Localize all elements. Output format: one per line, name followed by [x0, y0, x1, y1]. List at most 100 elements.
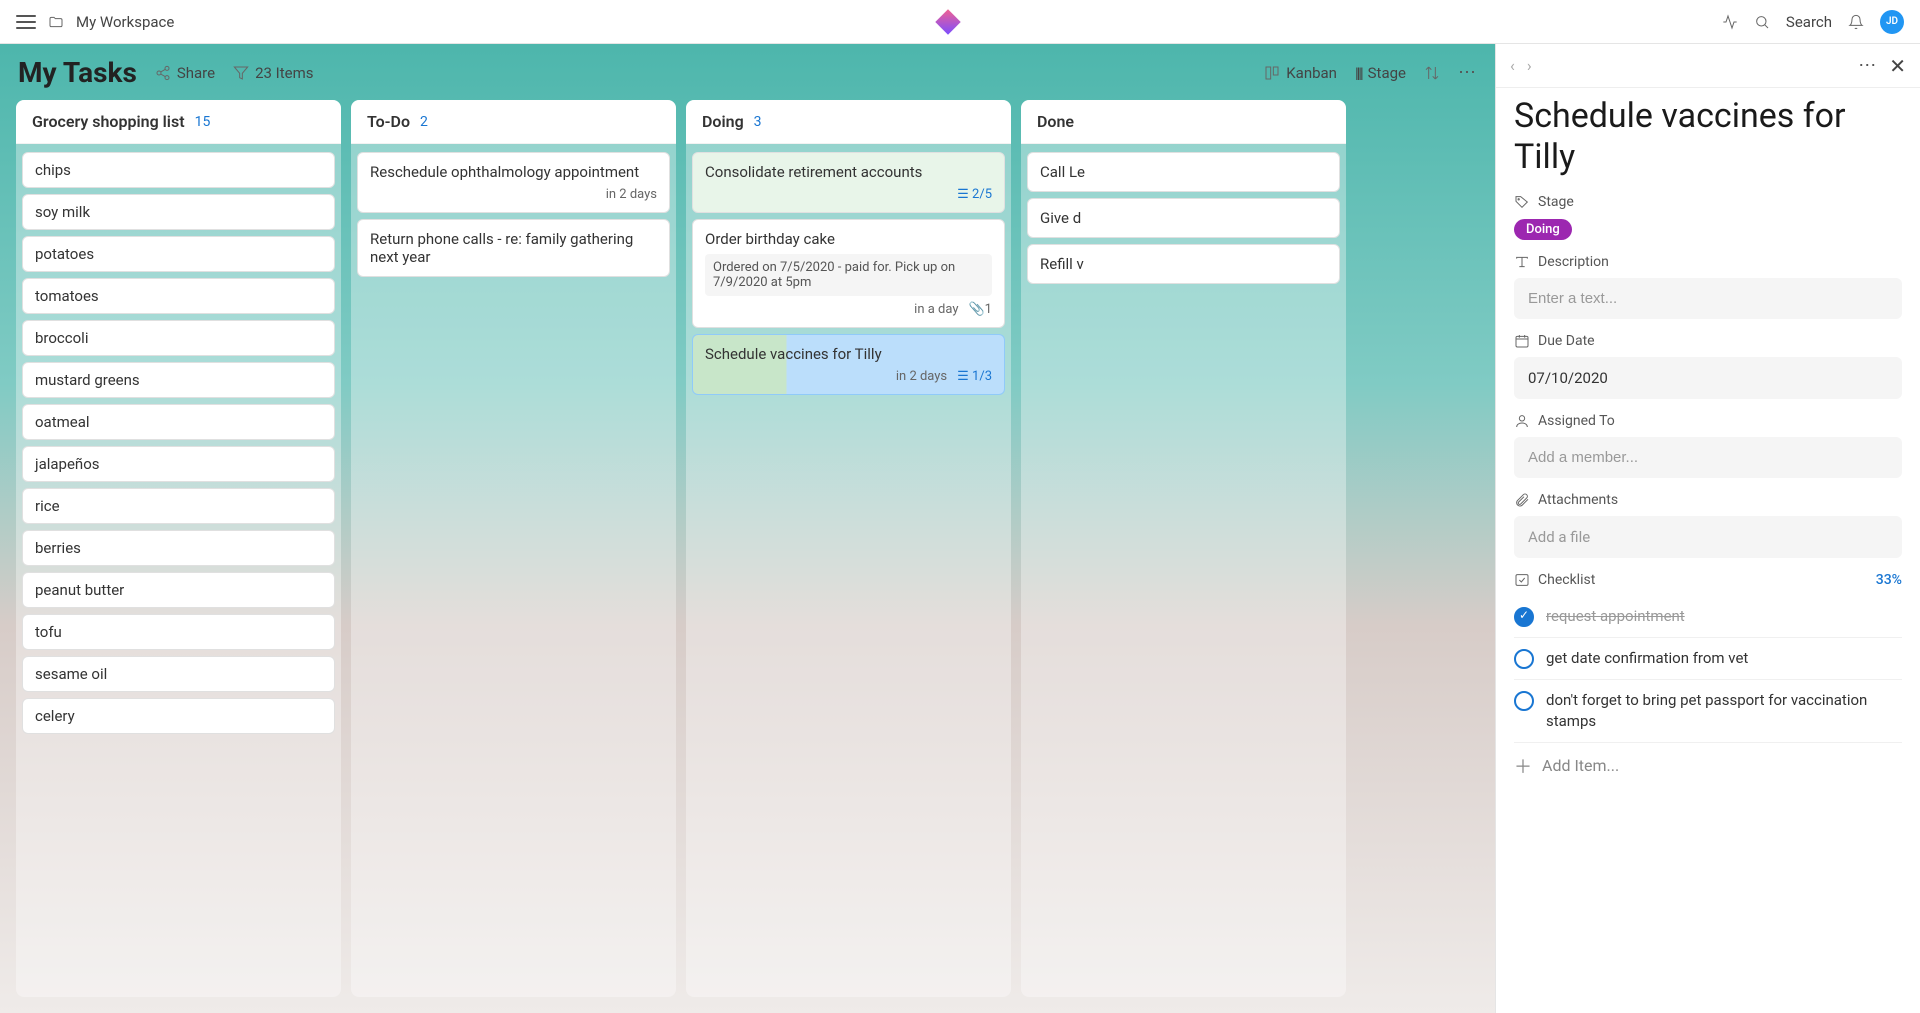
card[interactable]: mustard greens	[22, 362, 335, 398]
prev-item-icon[interactable]: ‹	[1510, 56, 1515, 75]
card-title: jalapeños	[35, 455, 322, 473]
card-title: peanut butter	[35, 581, 322, 599]
kanban-icon	[1264, 65, 1280, 81]
assigned-input[interactable]	[1514, 437, 1902, 478]
sort-icon[interactable]	[1424, 65, 1440, 81]
card[interactable]: Give d	[1027, 198, 1340, 238]
card[interactable]: Reschedule ophthalmology appointmentin 2…	[357, 152, 670, 213]
card-title: berries	[35, 539, 322, 557]
card[interactable]: Order birthday cakeOrdered on 7/5/2020 -…	[692, 219, 1005, 328]
detail-panel: ‹ › ⋯ ✕ Schedule vaccines for Tilly Stag…	[1495, 44, 1920, 1013]
card-due: in 2 days	[606, 187, 657, 202]
card[interactable]: oatmeal	[22, 404, 335, 440]
card-title: celery	[35, 707, 322, 725]
card-title: sesame oil	[35, 665, 322, 683]
card[interactable]: soy milk	[22, 194, 335, 230]
checklist-field-label: Checklist 33%	[1514, 572, 1902, 588]
view-switcher[interactable]: Kanban	[1264, 64, 1337, 82]
description-input[interactable]	[1514, 278, 1902, 319]
detail-title[interactable]: Schedule vaccines for Tilly	[1496, 88, 1920, 194]
card[interactable]: rice	[22, 488, 335, 524]
card[interactable]: broccoli	[22, 320, 335, 356]
card[interactable]: peanut butter	[22, 572, 335, 608]
checkbox[interactable]	[1514, 607, 1534, 627]
card-meta: in 2 days	[370, 187, 657, 202]
folder-icon	[48, 14, 64, 30]
checklist-item[interactable]: get date confirmation from vet	[1514, 638, 1902, 680]
text-icon	[1514, 254, 1530, 270]
group-by-button[interactable]: |||| Stage	[1355, 64, 1406, 82]
stage-pill[interactable]: Doing	[1514, 219, 1572, 240]
column-header[interactable]: Done	[1021, 100, 1346, 144]
bell-icon[interactable]	[1848, 14, 1864, 30]
card[interactable]: jalapeños	[22, 446, 335, 482]
calendar-icon	[1514, 333, 1530, 349]
column-header[interactable]: To-Do 2	[351, 100, 676, 144]
search-label[interactable]: Search	[1786, 13, 1832, 31]
app-logo[interactable]	[935, 9, 960, 34]
checklist-item-text: don't forget to bring pet passport for v…	[1546, 690, 1902, 732]
kanban-column: Done Call Le Give d Refill v	[1021, 100, 1346, 997]
share-icon	[155, 65, 171, 81]
card[interactable]: Schedule vaccines for Tillyin 2 days☰ 1/…	[692, 334, 1005, 395]
stage-field-label: Stage	[1514, 194, 1902, 210]
card-title: Give d	[1040, 209, 1327, 227]
activity-icon[interactable]	[1722, 14, 1738, 30]
card-meta: in 2 days☰ 1/3	[705, 369, 992, 384]
kanban-column: Doing3 Consolidate retirement accounts☰ 2…	[686, 100, 1011, 997]
card-title: Order birthday cake	[705, 230, 992, 248]
column-name: Grocery shopping list	[32, 112, 185, 131]
card[interactable]: tofu	[22, 614, 335, 650]
plus-icon: ＋	[1514, 753, 1532, 779]
column-name: Done	[1037, 112, 1074, 131]
card[interactable]: Call Le	[1027, 152, 1340, 192]
search-icon[interactable]	[1754, 14, 1770, 30]
description-field-label: Description	[1514, 254, 1902, 270]
card-title: Call Le	[1040, 163, 1327, 181]
board-area: My Tasks Share 23 Items Kanban |||| Stag…	[0, 44, 1495, 1013]
paperclip-icon	[1514, 492, 1530, 508]
checkbox[interactable]	[1514, 649, 1534, 669]
checklist-item[interactable]: don't forget to bring pet passport for v…	[1514, 680, 1902, 743]
close-icon[interactable]: ✕	[1889, 54, 1906, 78]
due-date-value[interactable]: 07/10/2020	[1514, 357, 1902, 399]
card[interactable]: celery	[22, 698, 335, 734]
card[interactable]: berries	[22, 530, 335, 566]
detail-more-icon[interactable]: ⋯	[1858, 55, 1877, 76]
card-title: tofu	[35, 623, 322, 641]
column-name: To-Do	[367, 112, 410, 131]
card[interactable]: Refill v	[1027, 244, 1340, 284]
column-count: 2	[420, 114, 428, 130]
card-title: Consolidate retirement accounts	[705, 163, 992, 181]
checklist-percent: 33%	[1876, 572, 1902, 588]
due-date-field-label: Due Date	[1514, 333, 1902, 349]
assigned-field-label: Assigned To	[1514, 413, 1902, 429]
card[interactable]: Consolidate retirement accounts☰ 2/5	[692, 152, 1005, 213]
column-count: 15	[195, 114, 211, 130]
checklist-item-text: request appointment	[1546, 606, 1685, 627]
card-due: in a day	[914, 302, 958, 317]
attachments-add[interactable]: Add a file	[1514, 516, 1902, 558]
card-title: oatmeal	[35, 413, 322, 431]
share-button[interactable]: Share	[155, 64, 215, 82]
columns-icon: ||||	[1355, 64, 1362, 82]
next-item-icon[interactable]: ›	[1527, 56, 1532, 75]
more-menu-icon[interactable]: ⋯	[1458, 62, 1477, 83]
column-header[interactable]: Grocery shopping list 15	[16, 100, 341, 144]
column-header[interactable]: Doing3	[686, 100, 1011, 144]
card[interactable]: sesame oil	[22, 656, 335, 692]
card[interactable]: Return phone calls - re: family gatherin…	[357, 219, 670, 277]
card[interactable]: potatoes	[22, 236, 335, 272]
card-title: rice	[35, 497, 322, 515]
card-title: soy milk	[35, 203, 322, 221]
card[interactable]: chips	[22, 152, 335, 188]
avatar[interactable]: JD	[1880, 10, 1904, 34]
filter-button[interactable]: 23 Items	[233, 64, 313, 82]
add-checklist-item[interactable]: ＋ Add Item...	[1514, 743, 1902, 789]
workspace-name[interactable]: My Workspace	[76, 13, 174, 31]
menu-icon[interactable]	[16, 15, 36, 29]
checklist-item[interactable]: request appointment	[1514, 596, 1902, 638]
checkbox[interactable]	[1514, 691, 1534, 711]
filter-icon	[233, 65, 249, 81]
card[interactable]: tomatoes	[22, 278, 335, 314]
